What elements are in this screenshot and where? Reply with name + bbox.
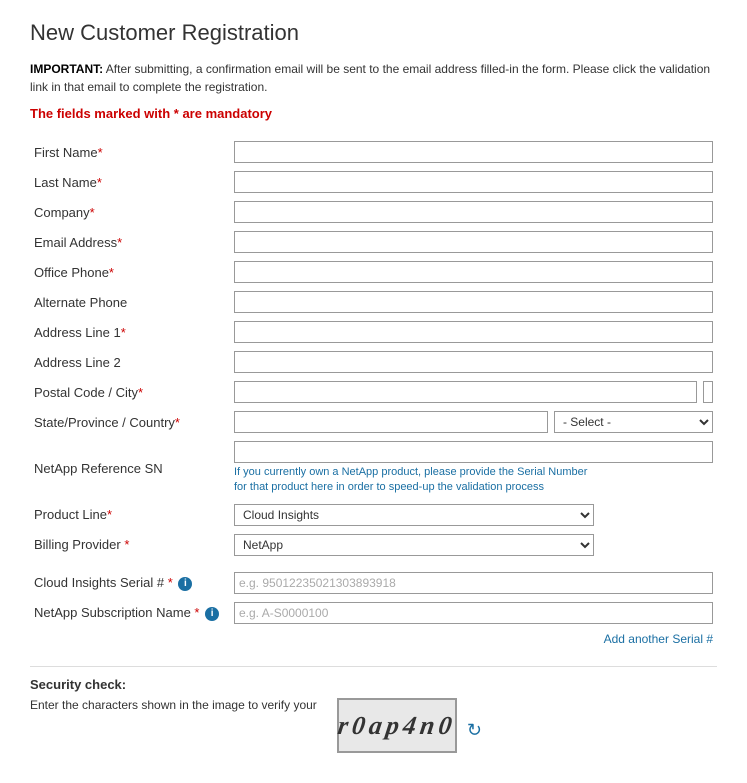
refresh-icon[interactable]: ↻ (467, 720, 482, 741)
security-title: Security check: (30, 677, 717, 692)
state-country-label: State/Province / Country* (30, 407, 230, 437)
netapp-sub-row: NetApp Subscription Name * i (30, 598, 717, 628)
mandatory-note: The fields marked with * are mandatory (30, 106, 717, 121)
company-row: Company* (30, 197, 717, 227)
netapp-ref-label: NetApp Reference SN (30, 437, 230, 500)
alternate-phone-input[interactable] (234, 291, 713, 313)
email-row: Email Address* (30, 227, 717, 257)
page-title: New Customer Registration (30, 20, 717, 46)
netapp-sub-label: NetApp Subscription Name * i (30, 598, 230, 628)
company-input[interactable] (234, 201, 713, 223)
captcha-image: r0ap4n0 (337, 698, 457, 753)
postal-city-row: Postal Code / City* (30, 377, 717, 407)
product-line-row: Product Line* Cloud Insights (30, 500, 717, 530)
office-phone-row: Office Phone* (30, 257, 717, 287)
security-section: Security check: Enter the characters sho… (30, 666, 717, 753)
cloud-serial-label: Cloud Insights Serial # * i (30, 568, 230, 598)
spacer-row (30, 560, 717, 568)
country-select[interactable]: - Select - (554, 411, 713, 433)
city-input[interactable] (703, 381, 713, 403)
cloud-serial-row: Cloud Insights Serial # * i (30, 568, 717, 598)
last-name-input[interactable] (234, 171, 713, 193)
office-phone-input[interactable] (234, 261, 713, 283)
address-line-2-input[interactable] (234, 351, 713, 373)
address-line-2-label: Address Line 2 (30, 347, 230, 377)
address-line-1-input[interactable] (234, 321, 713, 343)
security-desc: Enter the characters shown in the image … (30, 698, 317, 712)
add-serial-link[interactable]: Add another Serial # (234, 632, 713, 646)
first-name-label: First Name* (30, 137, 230, 167)
billing-provider-label: Billing Provider * (30, 530, 230, 560)
registration-form: First Name* Last Name* Company* (30, 137, 717, 650)
first-name-row: First Name* (30, 137, 717, 167)
add-serial-row: Add another Serial # (30, 628, 717, 650)
product-line-select[interactable]: Cloud Insights (234, 504, 594, 526)
office-phone-label: Office Phone* (30, 257, 230, 287)
cloud-serial-input[interactable] (234, 572, 713, 594)
important-label: IMPORTANT: (30, 62, 103, 76)
netapp-hint: If you currently own a NetApp product, p… (234, 465, 594, 496)
address-line-1-row: Address Line 1* (30, 317, 717, 347)
netapp-sub-info-icon[interactable]: i (205, 607, 219, 621)
last-name-row: Last Name* (30, 167, 717, 197)
first-name-input[interactable] (234, 141, 713, 163)
postal-code-input[interactable] (234, 381, 697, 403)
postal-city-label: Postal Code / City* (30, 377, 230, 407)
netapp-sub-input[interactable] (234, 602, 713, 624)
billing-provider-row: Billing Provider * NetApp (30, 530, 717, 560)
netapp-ref-input[interactable] (234, 441, 713, 463)
address-line-2-row: Address Line 2 (30, 347, 717, 377)
netapp-ref-row: NetApp Reference SN If you currently own… (30, 437, 717, 500)
alternate-phone-label: Alternate Phone (30, 287, 230, 317)
product-line-label: Product Line* (30, 500, 230, 530)
last-name-label: Last Name* (30, 167, 230, 197)
email-input[interactable] (234, 231, 713, 253)
address-line-1-label: Address Line 1* (30, 317, 230, 347)
alternate-phone-row: Alternate Phone (30, 287, 717, 317)
important-text: After submitting, a confirmation email w… (30, 62, 710, 94)
state-input[interactable] (234, 411, 548, 433)
company-label: Company* (30, 197, 230, 227)
email-label: Email Address* (30, 227, 230, 257)
cloud-serial-info-icon[interactable]: i (178, 577, 192, 591)
state-country-row: State/Province / Country* - Select - (30, 407, 717, 437)
important-notice: IMPORTANT: After submitting, a confirmat… (30, 60, 717, 96)
billing-provider-select[interactable]: NetApp (234, 534, 594, 556)
